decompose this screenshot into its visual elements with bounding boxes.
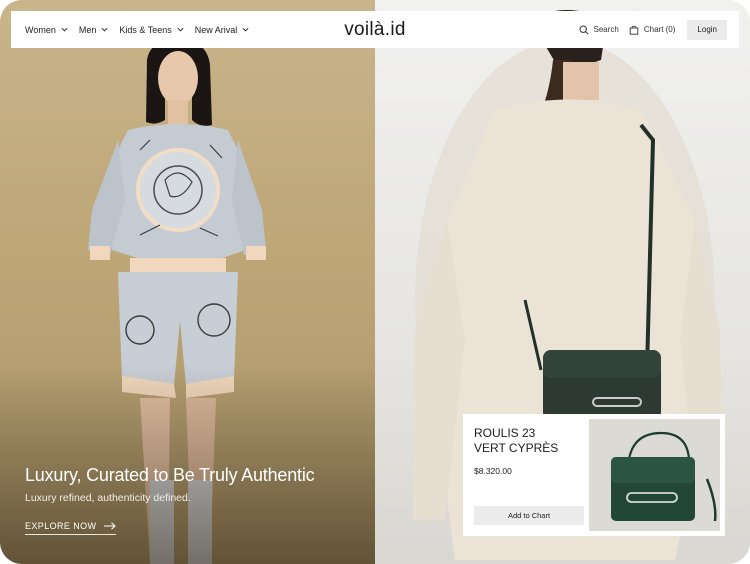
search-label: Search (593, 25, 619, 34)
nav-item-women[interactable]: Women (25, 25, 69, 35)
chevron-down-icon (177, 27, 184, 32)
chevron-down-icon (101, 27, 108, 32)
nav-actions: Search Chart (0) Login (578, 19, 727, 40)
explore-now-link[interactable]: EXPLORE NOW (25, 521, 117, 535)
shopping-bag-icon (629, 25, 639, 35)
add-to-cart-button[interactable]: Add to Chart (474, 506, 584, 525)
brand-logo[interactable]: voilà.id (344, 19, 406, 41)
explore-now-label: EXPLORE NOW (25, 521, 97, 531)
search-icon (578, 24, 589, 35)
nav-item-men[interactable]: Men (79, 25, 110, 35)
cart-button[interactable]: Chart (0) (629, 25, 676, 35)
nav-item-new-arrival[interactable]: New Arival (195, 25, 251, 35)
arrow-right-icon (104, 522, 117, 530)
nav-item-label: Men (78, 24, 97, 35)
product-info: ROULIS 23 VERT CYPRÈS $8.320.00 Add to C… (463, 414, 589, 536)
product-image[interactable] (589, 419, 720, 531)
chevron-down-icon (242, 27, 249, 32)
page-frame: Women Men Kids & Teens New Arival voilà.… (0, 0, 750, 564)
nav-item-label: Women (25, 24, 56, 35)
top-navigation: Women Men Kids & Teens New Arival voilà.… (11, 11, 739, 48)
nav-item-label: Kids & Teens (119, 24, 172, 35)
product-price: $8.320.00 (474, 466, 512, 476)
hero-subtitle: Luxury refined, authenticity defined. (25, 492, 191, 504)
nav-item-label: New Arival (194, 24, 238, 35)
login-button[interactable]: Login (687, 19, 727, 40)
cart-label: Chart (0) (643, 25, 676, 34)
search-button[interactable]: Search (578, 24, 619, 35)
product-name-line-2: VERT CYPRÈS (474, 441, 559, 455)
hero-copy: Luxury, Curated to Be Truly Authentic Lu… (25, 465, 315, 504)
product-card[interactable]: ROULIS 23 VERT CYPRÈS $8.320.00 Add to C… (463, 414, 725, 536)
handbag-illustration (589, 419, 720, 531)
product-name-line-1: ROULIS 23 (474, 426, 536, 440)
chevron-down-icon (61, 27, 68, 32)
product-name: ROULIS 23 VERT CYPRÈS (474, 426, 589, 456)
hero-title: Luxury, Curated to Be Truly Authentic (25, 465, 315, 485)
nav-item-kids-teens[interactable]: Kids & Teens (119, 25, 184, 35)
nav-menu: Women Men Kids & Teens New Arival (25, 25, 250, 35)
